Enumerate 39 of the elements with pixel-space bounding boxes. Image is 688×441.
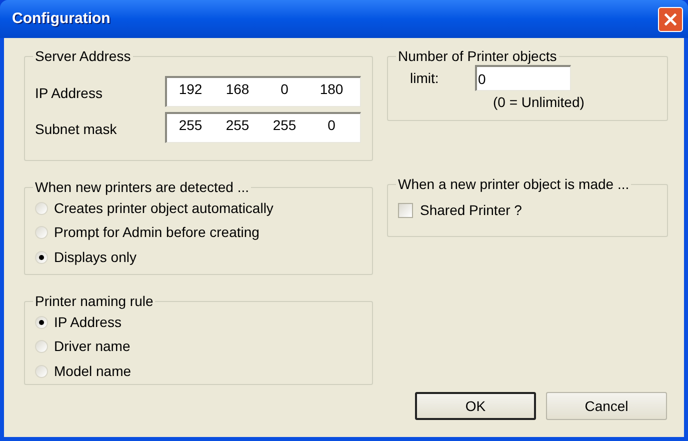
field-label: IP Address [35,84,104,102]
field-label: Subnet mask [35,120,118,138]
octet-text: 255 [272,116,298,135]
group-title: When new printers are detected ... [34,179,250,195]
radio-label: Model name [54,362,132,381]
radio-button[interactable] [35,226,48,240]
group-title: When a new printer object is made ... [397,176,630,192]
ip-address-field[interactable]: 255 255 255 0 [165,112,361,143]
radio-button[interactable] [35,250,48,264]
close-icon [664,12,677,26]
radio-label: Displays only [54,248,136,267]
radio-label: Prompt for Admin before creating [54,223,260,242]
checkbox-label: Shared Printer ? [420,201,522,220]
radio-label: Creates printer object automatically [54,198,274,218]
octet-text: 192 [178,80,204,99]
close-button[interactable] [658,6,683,32]
limit-input[interactable]: 0 [475,65,571,91]
hint-text: (0 = Unlimited) [493,93,586,112]
octet-text: 255 [178,116,204,135]
checkbox[interactable] [398,203,413,218]
radio-button[interactable] [35,364,48,378]
group-title: Server Address [34,48,132,64]
limit-label: limit: [410,68,440,88]
octet-text: 0 [326,116,336,135]
radio-button[interactable] [35,316,48,329]
octet-text: 168 [224,80,250,99]
ip-address-field[interactable]: 192 168 0 180 [165,76,361,107]
group-title: Number of Printer objects [397,48,558,64]
cancel-button[interactable]: Cancel [546,392,667,420]
ok-button[interactable]: OK [415,392,536,420]
octet-text: 255 [224,116,250,135]
radio-label: Driver name [54,337,130,356]
window-title: Configuration [12,8,110,29]
radio-button[interactable] [35,202,48,215]
group-title: Printer naming rule [34,293,154,309]
octet-text: 180 [318,80,344,99]
radio-button[interactable] [35,340,48,354]
radio-label: IP Address [54,312,122,332]
octet-text: 0 [280,80,290,99]
